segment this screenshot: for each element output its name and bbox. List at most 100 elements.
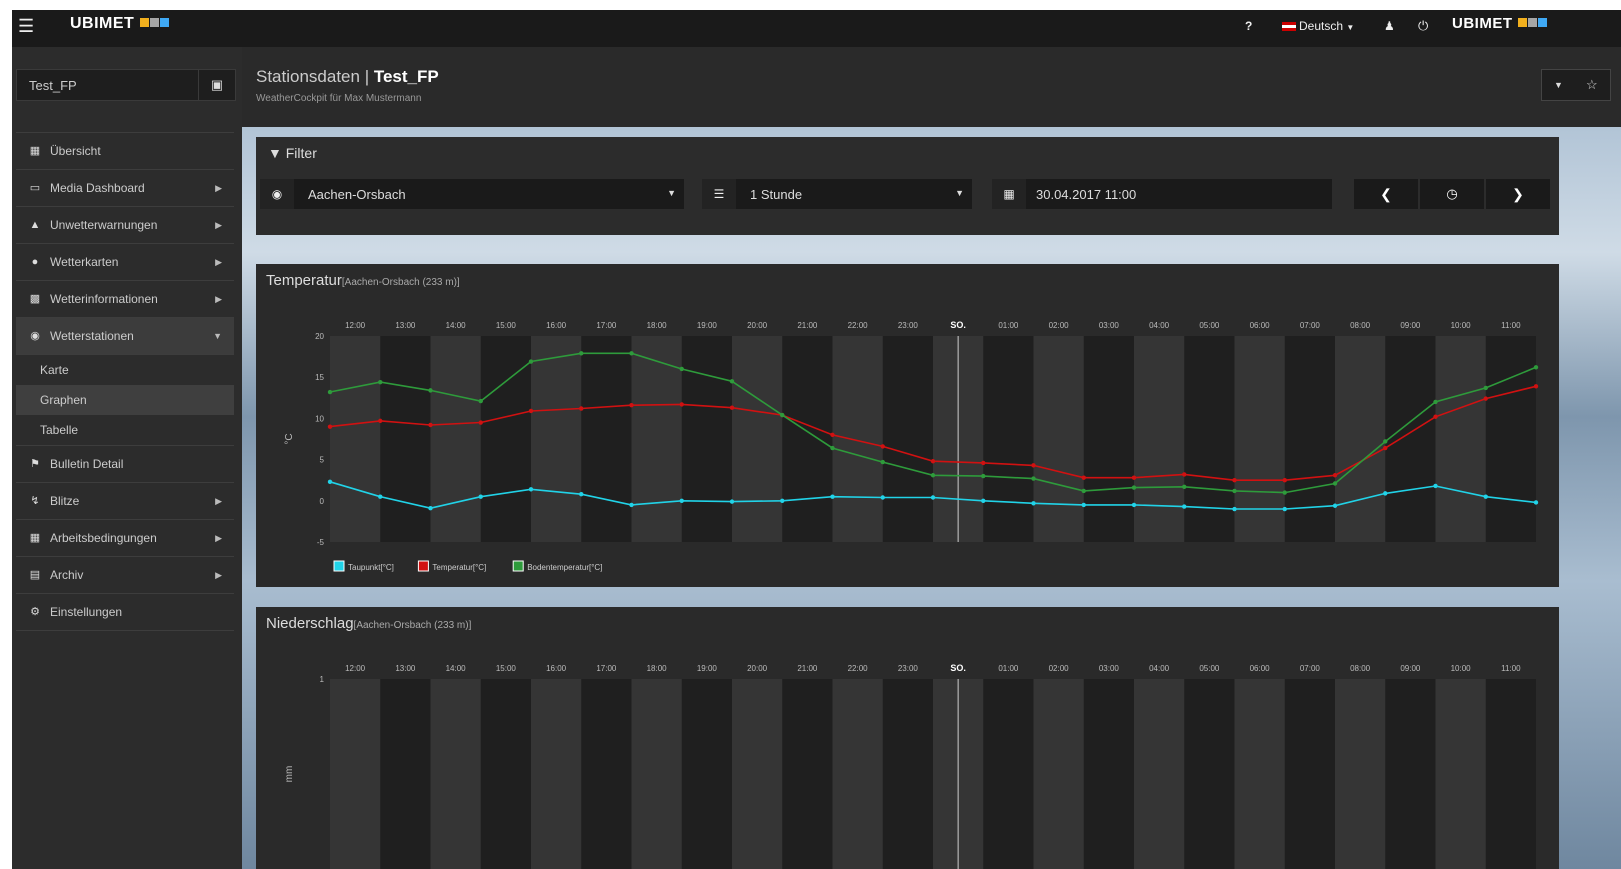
caret-right-icon: ▶ xyxy=(215,496,222,506)
interval-select[interactable]: ☰ 1 Stunde ▼ xyxy=(702,179,972,209)
data-point xyxy=(428,422,433,428)
hour-band xyxy=(430,679,481,869)
hour-band xyxy=(832,336,883,542)
data-point xyxy=(1182,472,1187,477)
x-tick-label: 02:00 xyxy=(1049,321,1070,330)
data-point xyxy=(1433,399,1438,405)
x-tick-label: 19:00 xyxy=(697,664,718,673)
prev-button[interactable]: ❮ xyxy=(1354,179,1418,209)
sidebar-subitem-tabelle[interactable]: Tabelle xyxy=(16,415,234,446)
caret-down-icon: ▼ xyxy=(955,188,964,198)
x-tick-label: 04:00 xyxy=(1149,321,1170,330)
sidebar-item-label: Bulletin Detail xyxy=(50,457,124,471)
data-point xyxy=(1131,502,1137,508)
y-tick-label: -5 xyxy=(317,538,325,547)
sidebar-item-wetterkarten[interactable]: ● Wetterkarten ▶ xyxy=(16,244,234,281)
x-tick-label: 23:00 xyxy=(898,321,919,330)
x-tick-label: 16:00 xyxy=(546,321,567,330)
sidebar-item-blitze[interactable]: ↯ Blitze ▶ xyxy=(16,483,234,520)
sidebar-item-einstellungen[interactable]: ⚙ Einstellungen xyxy=(16,594,234,631)
logo-square-blue xyxy=(160,18,170,27)
sidebar-item-label: Archiv xyxy=(50,568,84,582)
data-point xyxy=(1031,476,1036,481)
hour-band xyxy=(732,679,783,869)
y-tick-label: 10 xyxy=(315,414,324,423)
caret-right-icon: ▶ xyxy=(215,220,222,230)
hour-band xyxy=(531,679,582,869)
x-tick-label: 14:00 xyxy=(446,664,467,673)
sidebar-subitem-graphen[interactable]: Graphen xyxy=(16,385,234,415)
station-name: Test_FP xyxy=(29,78,77,93)
x-tick-label: 21:00 xyxy=(797,321,818,330)
star-icon[interactable]: ☆ xyxy=(1586,77,1598,93)
language-select[interactable]: Deutsch ▼ xyxy=(1282,19,1354,33)
data-point xyxy=(729,499,735,504)
data-point xyxy=(830,432,835,438)
data-point xyxy=(1533,384,1539,389)
station-toggle-button[interactable]: ▣ xyxy=(198,70,235,100)
sidebar-item-wetterinformationen[interactable]: ▩ Wetterinformationen ▶ xyxy=(16,281,234,318)
data-point xyxy=(428,506,433,511)
data-point xyxy=(780,498,785,503)
sidebar-item-archiv[interactable]: ▤ Archiv ▶ xyxy=(16,557,234,594)
temperature-panel-title: Temperatur[Aachen-Orsbach (233 m)] xyxy=(266,272,460,289)
sidebar-item-label: Unwetterwarnungen xyxy=(50,218,158,232)
page-title-prefix: Stationsdaten xyxy=(256,67,360,86)
station-selector[interactable]: Test_FP ▣ xyxy=(16,69,236,101)
sidebar-item-wetterstationen[interactable]: ◉ Wetterstationen ▼ xyxy=(16,318,234,355)
data-point xyxy=(1182,484,1187,489)
sidebar-item-uebersicht[interactable]: ▦ Übersicht xyxy=(16,133,234,170)
logo-square-yellow xyxy=(140,18,150,27)
sidebar-item-bulletin-detail[interactable]: ⚑ Bulletin Detail xyxy=(16,446,234,483)
dropdown-caret-icon[interactable]: ▼ xyxy=(1554,80,1563,90)
data-point xyxy=(679,402,684,407)
page-title-station: Test_FP xyxy=(373,67,439,86)
caret-down-icon: ▼ xyxy=(213,331,222,341)
target-icon: ◉ xyxy=(30,330,40,342)
datetime-value: 30.04.2017 11:00 xyxy=(1036,187,1137,202)
help-button[interactable]: ? xyxy=(1245,19,1252,33)
datetime-input[interactable]: ▦ 30.04.2017 11:00 xyxy=(992,179,1332,209)
precipitation-chart: 12:00 13:00 14:00 15:00 16:00 17:00 18:00 19:00… xyxy=(284,663,1536,869)
app-window: ☰ UBIMET ? Deutsch ▼ ♟ ⏻ UBIMET Test_FP … xyxy=(12,10,1621,869)
power-icon[interactable]: ⏻ xyxy=(1418,18,1428,34)
data-point xyxy=(1232,506,1237,512)
logo-square-grey xyxy=(1528,18,1538,27)
precipitation-panel-title: Niederschlag[Aachen-Orsbach (233 m)] xyxy=(266,615,471,632)
y-tick-label: 15 xyxy=(315,373,324,382)
filter-icon: ▼ xyxy=(268,145,282,161)
data-point xyxy=(880,444,885,449)
data-point xyxy=(830,494,835,499)
x-tick-label: 10:00 xyxy=(1451,664,1472,673)
next-button[interactable]: ❯ xyxy=(1486,179,1550,209)
sidebar-nav: ▦ Übersicht ▭ Media Dashboard ▶ ▲ Unwetterwa… xyxy=(16,132,234,631)
x-tick-label: 01:00 xyxy=(998,321,1019,330)
menu-icon[interactable]: ☰ xyxy=(18,16,34,37)
now-button[interactable]: ◷ xyxy=(1420,179,1484,209)
temperature-panel: Temperatur[Aachen-Orsbach (233 m)] 12:00… xyxy=(256,264,1559,587)
data-point xyxy=(930,495,936,500)
sidebar-subitem-label: Graphen xyxy=(40,393,87,407)
brand-logo[interactable]: UBIMET xyxy=(70,15,170,33)
hour-band xyxy=(330,336,381,542)
hour-band xyxy=(1335,336,1386,542)
sidebar-subitem-karte[interactable]: Karte xyxy=(16,355,234,385)
x-tick-label: 06:00 xyxy=(1250,321,1271,330)
station-select[interactable]: ◉ Aachen-Orsbach ▼ xyxy=(260,179,684,209)
data-point xyxy=(478,494,483,499)
data-point xyxy=(1081,475,1086,480)
data-point xyxy=(629,502,634,508)
sidebar-item-media-dashboard[interactable]: ▭ Media Dashboard ▶ xyxy=(16,170,234,207)
data-point xyxy=(1533,500,1539,505)
panel-title-text: Niederschlag xyxy=(266,615,354,632)
x-tick-label: 08:00 xyxy=(1350,321,1371,330)
y-tick-label: 20 xyxy=(315,332,324,341)
clock-icon: ◷ xyxy=(1446,186,1458,201)
sidebar-item-unwetterwarnungen[interactable]: ▲ Unwetterwarnungen ▶ xyxy=(16,207,234,244)
filter-title: ▼ Filter xyxy=(268,145,317,161)
user-icon[interactable]: ♟ xyxy=(1384,19,1395,33)
caret-right-icon: ▶ xyxy=(215,257,222,267)
sidebar-item-arbeitsbedingungen[interactable]: ▦ Arbeitsbedingungen ▶ xyxy=(16,520,234,557)
data-point xyxy=(1031,463,1036,468)
x-tick-label: 22:00 xyxy=(848,321,869,330)
